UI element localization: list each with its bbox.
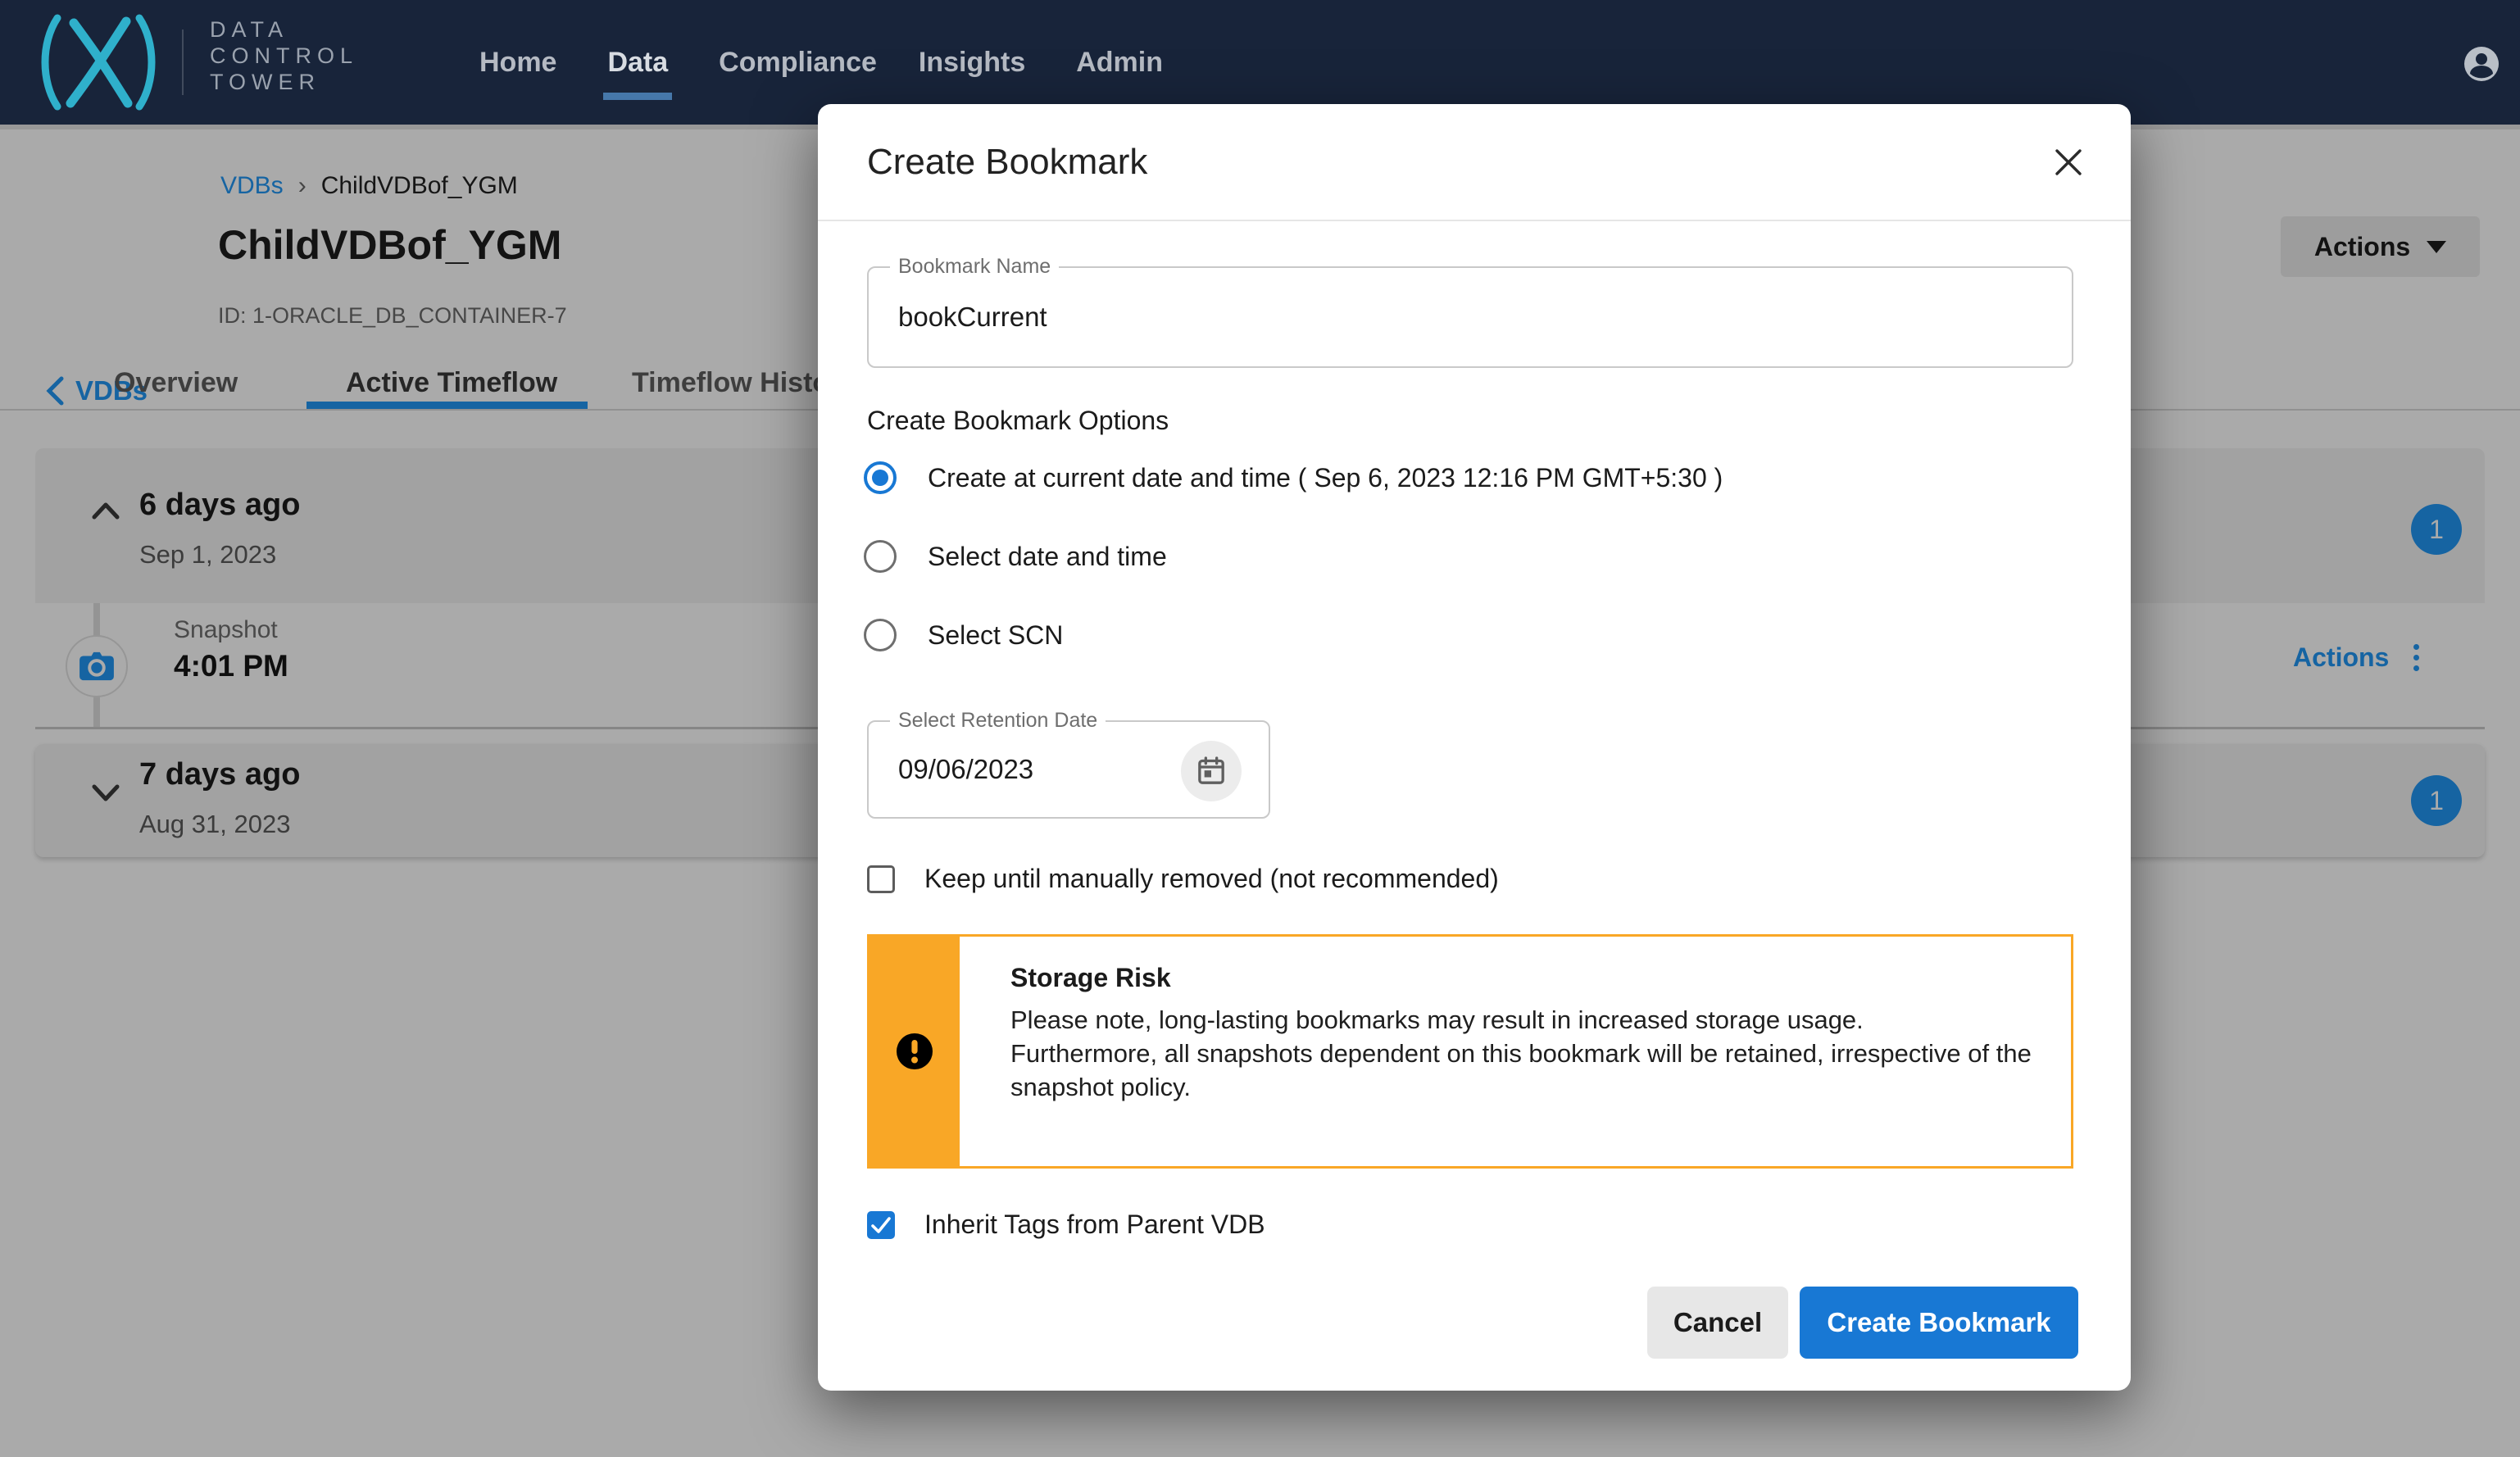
warning-accent-strip	[870, 937, 960, 1166]
inherit-tags-checkbox[interactable]: Inherit Tags from Parent VDB	[867, 1210, 1265, 1240]
calendar-icon[interactable]	[1181, 741, 1242, 801]
dialog-footer: Cancel Create Bookmark	[1647, 1287, 2078, 1359]
cancel-button[interactable]: Cancel	[1647, 1287, 1788, 1359]
brand-text: DATA CONTROL TOWER	[210, 16, 358, 95]
retention-date-input[interactable]	[898, 754, 1178, 785]
dct-logo-icon[interactable]	[36, 11, 161, 117]
bookmark-name-label: Bookmark Name	[890, 255, 1059, 279]
options-section-label: Create Bookmark Options	[867, 406, 1169, 436]
warning-content: Storage Risk Please note, long-lasting b…	[1010, 963, 2051, 1104]
warning-title: Storage Risk	[1010, 963, 2051, 993]
logo-divider	[182, 30, 184, 95]
nav-item-admin[interactable]: Admin	[1076, 47, 1163, 79]
checkbox-checked-icon[interactable]	[867, 1211, 895, 1239]
radio-selected-icon[interactable]	[864, 461, 897, 494]
radio-select-scn[interactable]: Select SCN	[864, 619, 1063, 651]
exclamation-icon	[896, 1033, 933, 1070]
user-avatar-icon[interactable]	[2464, 47, 2499, 81]
screen: DATA CONTROL TOWER Home Data Compliance …	[0, 0, 2520, 1457]
close-icon[interactable]	[2050, 145, 2086, 181]
radio-unselected-icon[interactable]	[864, 619, 897, 651]
bookmark-name-input[interactable]	[898, 302, 1741, 333]
bookmark-name-field[interactable]: Bookmark Name	[867, 266, 2073, 368]
retention-date-label: Select Retention Date	[890, 709, 1106, 733]
create-bookmark-button[interactable]: Create Bookmark	[1800, 1287, 2078, 1359]
checkbox-unchecked-icon[interactable]	[867, 865, 895, 893]
warning-text-line2: Furthermore, all snapshots dependent on …	[1010, 1037, 2051, 1104]
create-bookmark-dialog: Create Bookmark Bookmark Name Create Boo…	[818, 104, 2131, 1391]
dialog-header: Create Bookmark	[818, 104, 2131, 221]
dialog-title: Create Bookmark	[867, 142, 1147, 183]
nav-item-home[interactable]: Home	[479, 47, 556, 79]
nav-item-data[interactable]: Data	[607, 47, 668, 79]
storage-risk-warning: Storage Risk Please note, long-lasting b…	[867, 934, 2073, 1169]
keep-until-removed-checkbox[interactable]: Keep until manually removed (not recomme…	[867, 864, 1499, 894]
nav-item-insights[interactable]: Insights	[919, 47, 1025, 79]
nav-item-compliance[interactable]: Compliance	[719, 47, 877, 79]
retention-date-field[interactable]: Select Retention Date	[867, 720, 1270, 819]
radio-select-datetime[interactable]: Select date and time	[864, 540, 1167, 573]
warning-text-line1: Please note, long-lasting bookmarks may …	[1010, 1003, 2051, 1037]
radio-current-datetime[interactable]: Create at current date and time ( Sep 6,…	[864, 461, 1723, 494]
radio-unselected-icon[interactable]	[864, 540, 897, 573]
